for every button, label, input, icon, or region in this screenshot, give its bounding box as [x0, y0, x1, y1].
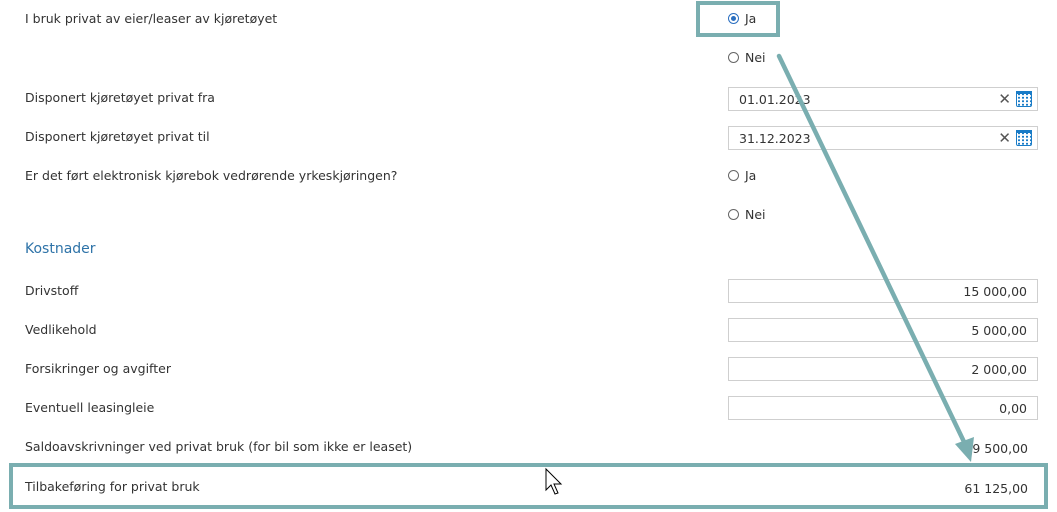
arrow-icon [776, 53, 969, 449]
annotation-overlay [545, 53, 974, 495]
arrow-head-icon [955, 437, 974, 462]
mouse-cursor-icon [545, 467, 563, 495]
